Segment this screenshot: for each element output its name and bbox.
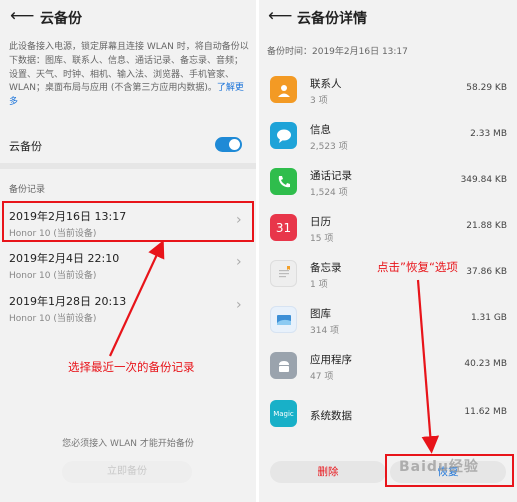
wlan-hint: 您必须接入 WLAN 才能开始备份 — [62, 439, 194, 449]
item-size: 349.84 KB — [460, 175, 507, 185]
item-messages: 信息 2,523 项 2.33 MB — [259, 114, 517, 160]
item-count: 1 项 — [310, 280, 328, 290]
description-text: 此设备接入电源，锁定屏幕且连接 WLAN 时，将自动备份以下数据：图库、联系人、… — [9, 42, 249, 94]
item-calendar: 31 日历 15 项 21.88 KB — [259, 206, 517, 252]
item-name: 备忘录 — [310, 262, 342, 274]
cloud-backup-switch[interactable] — [215, 137, 242, 152]
item-count: 1,524 项 — [310, 188, 348, 198]
magic-icon: Magic — [270, 400, 297, 427]
item-name: 图库 — [310, 308, 331, 320]
backup-time: 备份时间：2019年2月16日 13:17 — [267, 47, 408, 57]
item-count: 314 项 — [310, 326, 340, 336]
record-date: 2019年1月28日 20:13 — [9, 295, 127, 308]
item-name: 联系人 — [310, 78, 342, 90]
toggle-label: 云备份 — [9, 140, 42, 153]
calendar-icon: 31 — [270, 214, 297, 241]
backup-record-2[interactable]: 2019年2月4日 22:10 Honor 10 (当前设备) › — [0, 245, 256, 285]
section-title: 备份记录 — [9, 185, 46, 195]
item-name: 通话记录 — [310, 170, 352, 182]
item-call-log: 通话记录 1,524 项 349.84 KB — [259, 160, 517, 206]
item-apps: 应用程序 47 项 40.23 MB — [259, 344, 517, 390]
contacts-icon — [270, 76, 297, 103]
item-size: 2.33 MB — [470, 129, 507, 139]
gallery-icon — [270, 306, 297, 333]
item-contacts: 联系人 3 项 58.29 KB — [259, 68, 517, 114]
item-size: 21.88 KB — [466, 221, 507, 231]
item-name: 信息 — [310, 124, 331, 136]
item-size: 40.23 MB — [464, 359, 507, 369]
item-gallery: 图库 314 项 1.31 GB — [259, 298, 517, 344]
back-arrow-icon[interactable]: ⟵ — [268, 6, 292, 26]
record-date: 2019年2月4日 22:10 — [9, 252, 120, 265]
section-divider — [0, 163, 256, 169]
item-name: 应用程序 — [310, 354, 352, 366]
messages-icon — [270, 122, 297, 149]
notepad-icon — [270, 260, 297, 287]
chevron-right-icon: › — [236, 254, 242, 270]
watermark: Baidu经验 — [399, 459, 479, 475]
annotation-click-restore: 点击”恢复“选项 — [377, 260, 458, 274]
top-bar: ⟵ 云备份 — [0, 0, 256, 34]
item-size: 1.31 GB — [470, 313, 507, 323]
delete-button[interactable]: 删除 — [270, 461, 386, 483]
item-size: 37.86 KB — [466, 267, 507, 277]
backup-now-button[interactable]: 立即备份 — [62, 461, 192, 483]
annotation-select-latest: 选择最近一次的备份记录 — [68, 360, 195, 374]
item-system-data: Magic 系统数据 11.62 MB — [259, 392, 517, 438]
item-count: 15 项 — [310, 234, 334, 244]
cloud-backup-screen: ⟵ 云备份 此设备接入电源，锁定屏幕且连接 WLAN 时，将自动备份以下数据：图… — [0, 0, 256, 502]
page-title: 云备份详情 — [297, 11, 367, 27]
item-count: 47 项 — [310, 372, 334, 382]
back-arrow-icon[interactable]: ⟵ — [10, 6, 34, 26]
record-device: Honor 10 (当前设备) — [9, 314, 97, 324]
item-count: 3 项 — [310, 96, 328, 106]
chevron-right-icon: › — [236, 297, 242, 313]
cloud-backup-toggle-row[interactable]: 云备份 — [0, 132, 256, 158]
backup-description: 此设备接入电源，锁定屏幕且连接 WLAN 时，将自动备份以下数据：图库、联系人、… — [9, 41, 249, 110]
item-size: 58.29 KB — [466, 83, 507, 93]
phone-icon — [270, 168, 297, 195]
item-name: 系统数据 — [310, 410, 352, 422]
item-size: 11.62 MB — [464, 407, 507, 417]
android-icon — [270, 352, 297, 379]
top-bar: ⟵ 云备份详情 — [259, 0, 517, 34]
item-name: 日历 — [310, 216, 331, 228]
page-title: 云备份 — [40, 11, 82, 27]
backup-record-3[interactable]: 2019年1月28日 20:13 Honor 10 (当前设备) › — [0, 288, 256, 328]
record-device: Honor 10 (当前设备) — [9, 271, 97, 281]
item-count: 2,523 项 — [310, 142, 348, 152]
annotation-highlight-box — [2, 201, 254, 242]
backup-details-screen: ⟵ 云备份详情 备份时间：2019年2月16日 13:17 联系人 3 项 58… — [259, 0, 517, 502]
switch-knob — [229, 139, 240, 150]
